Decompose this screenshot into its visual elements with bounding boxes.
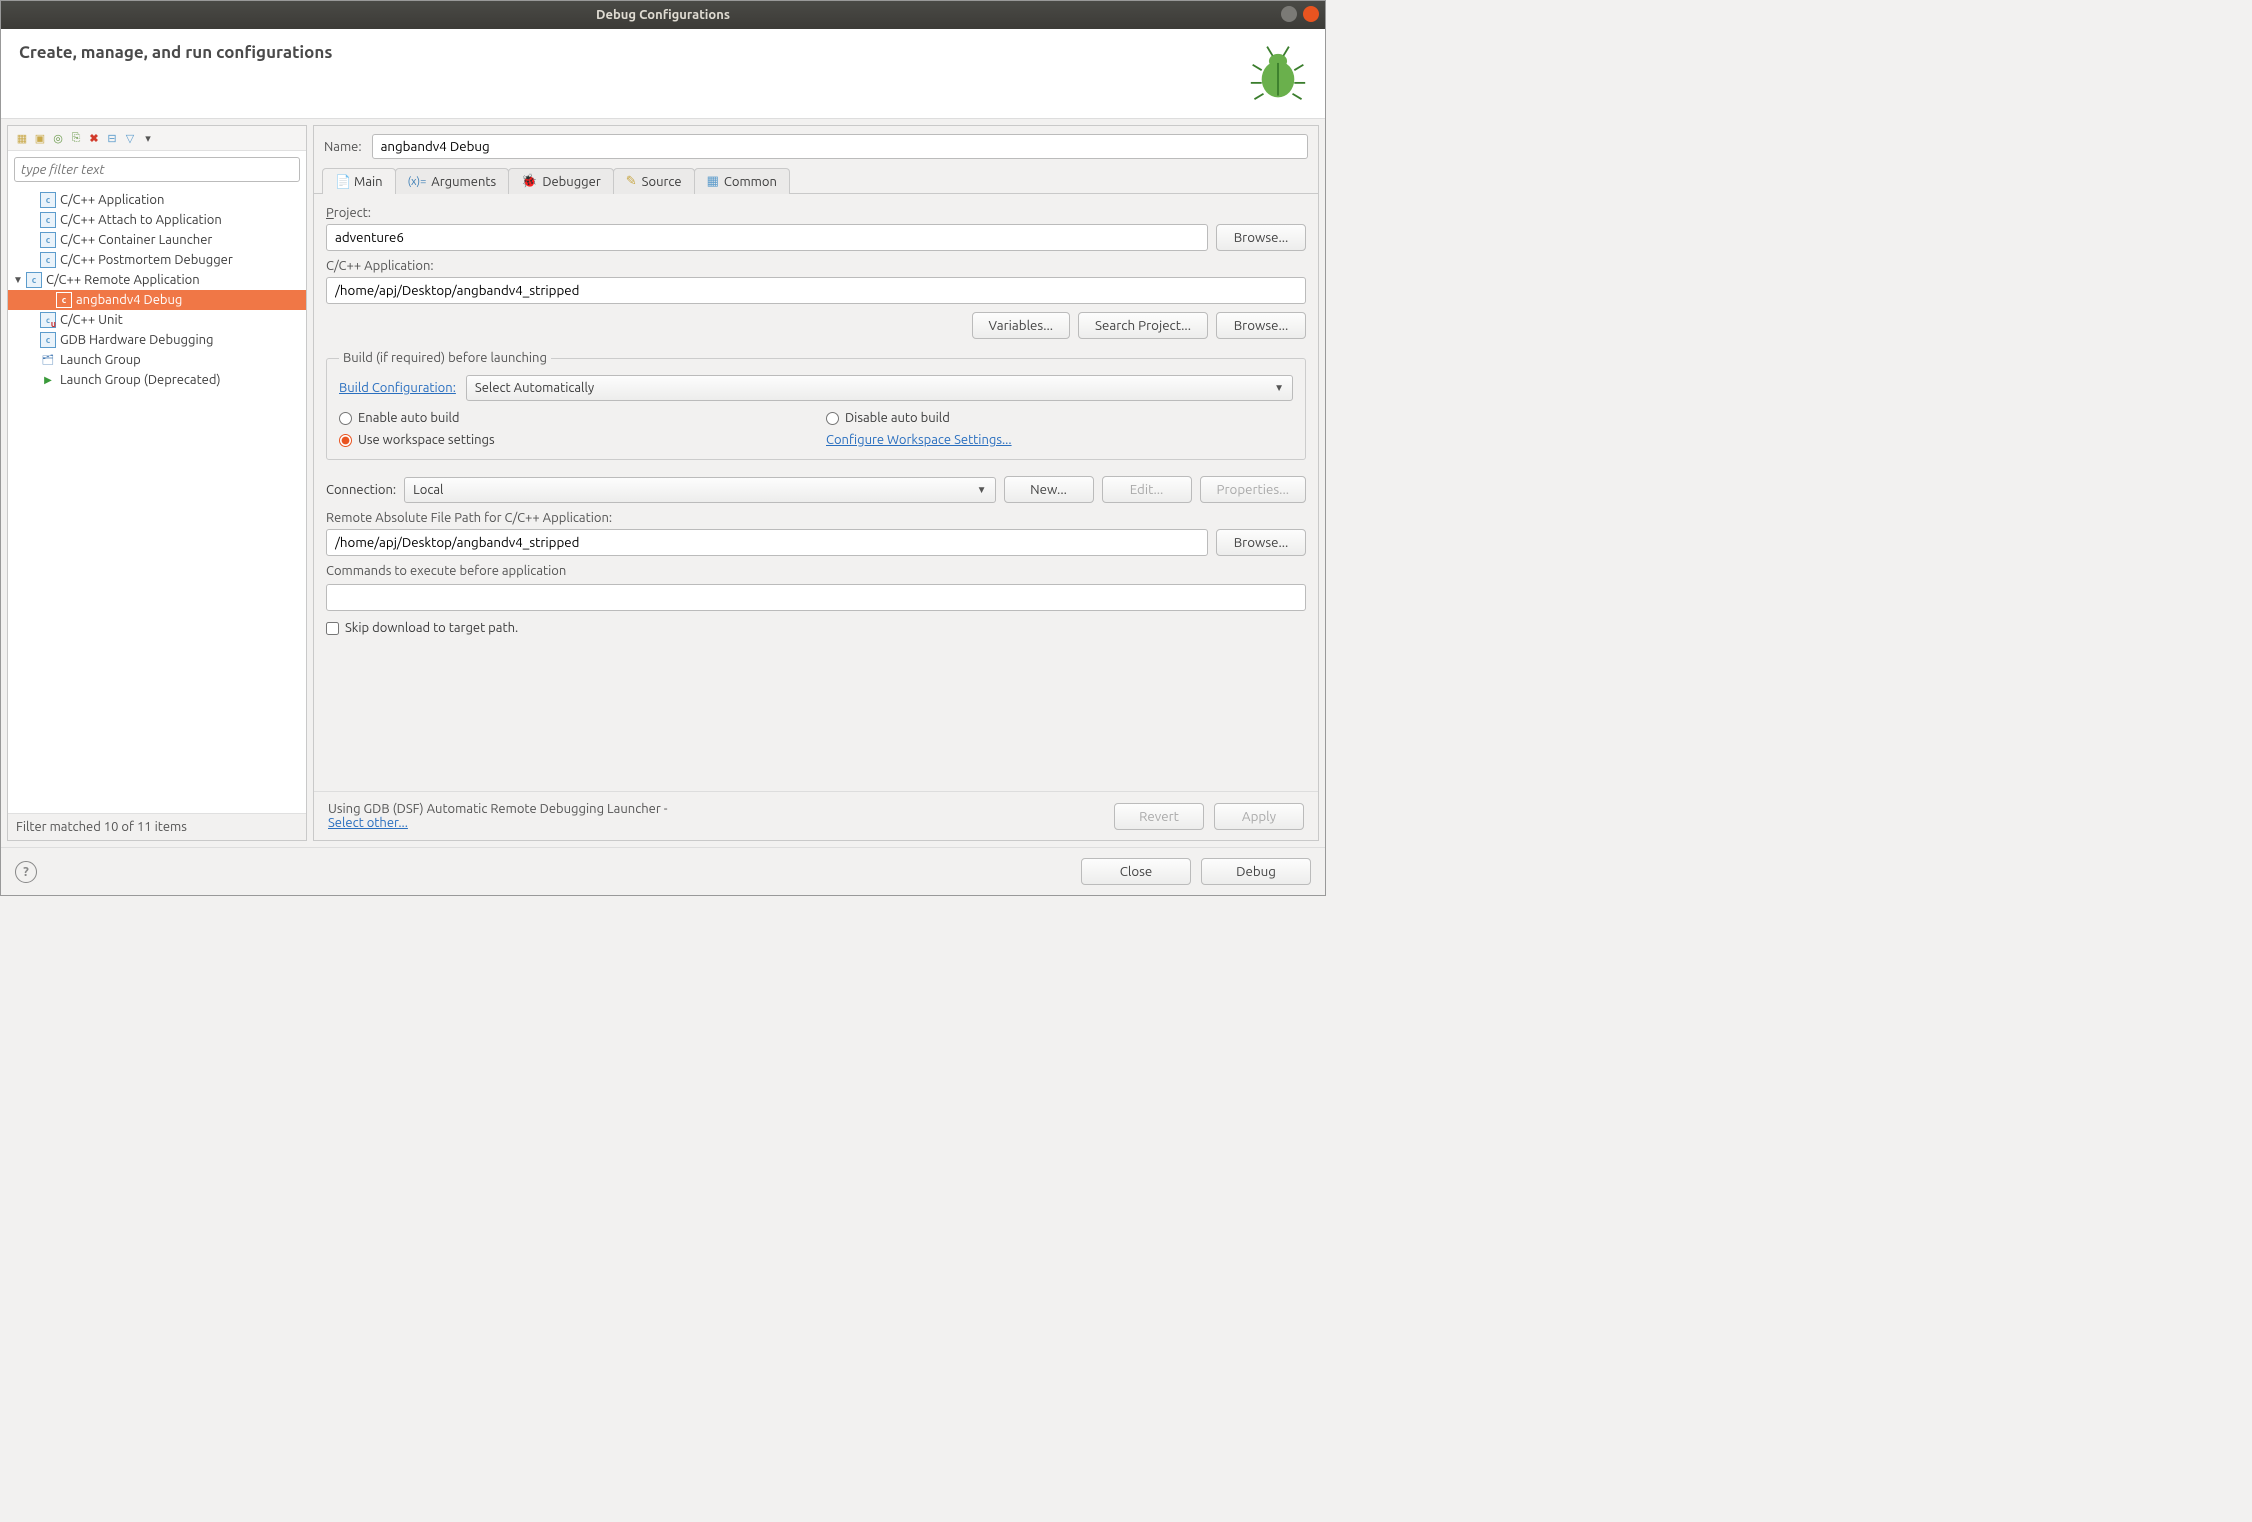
titlebar: Debug Configurations — [1, 1, 1325, 29]
search-project-button[interactable]: Search Project... — [1078, 312, 1208, 339]
tree-item-cpp-remote[interactable]: ▼cC/C++ Remote Application — [8, 270, 306, 290]
window-title: Debug Configurations — [596, 8, 730, 22]
debug-button[interactable]: Debug — [1201, 858, 1311, 885]
build-legend: Build (if required) before launching — [339, 351, 551, 365]
enable-auto-build-radio[interactable]: Enable auto build — [339, 411, 806, 425]
tree-item-cpp-postmortem[interactable]: cC/C++ Postmortem Debugger — [8, 250, 306, 270]
name-input[interactable] — [372, 134, 1308, 159]
connection-select[interactable]: Local ▼ — [404, 477, 995, 503]
apply-button[interactable]: Apply — [1214, 803, 1304, 830]
project-input[interactable] — [326, 224, 1208, 251]
new-prototype-icon[interactable]: ▣ — [32, 130, 48, 146]
tree-toolbar: ▦ ▣ ◎ ⎘ ✖ ⊟ ▽ ▾ — [8, 126, 306, 151]
dialog-header: Create, manage, and run configurations — [1, 29, 1325, 119]
arguments-tab-icon: (x)= — [408, 176, 427, 188]
build-configuration-select[interactable]: Select Automatically ▼ — [466, 375, 1293, 401]
select-other-link[interactable]: Select other... — [328, 816, 408, 830]
new-connection-button[interactable]: New... — [1004, 476, 1094, 503]
remote-path-input[interactable] — [326, 529, 1208, 556]
common-tab-icon: ▦ — [707, 174, 719, 189]
tree-item-launch-group-deprecated[interactable]: ▶Launch Group (Deprecated) — [8, 370, 306, 390]
debugger-tab-icon: 🐞 — [521, 174, 537, 189]
tab-debugger[interactable]: 🐞Debugger — [508, 168, 614, 194]
variables-button[interactable]: Variables... — [972, 312, 1071, 339]
config-editor-panel: Name: 📄Main (x)=Arguments 🐞Debugger ✎Sou… — [313, 125, 1319, 841]
app-browse-button[interactable]: Browse... — [1216, 312, 1306, 339]
play-icon: ▶ — [40, 372, 56, 388]
tab-source[interactable]: ✎Source — [613, 168, 695, 194]
project-browse-button[interactable]: Browse... — [1216, 224, 1306, 251]
tree-item-cpp-application[interactable]: cC/C++ Application — [8, 190, 306, 210]
launcher-row: Using GDB (DSF) Automatic Remote Debuggi… — [314, 791, 1318, 840]
tab-common[interactable]: ▦Common — [694, 168, 790, 194]
app-input[interactable] — [326, 277, 1306, 304]
dialog-footer: ? Close Debug — [1, 847, 1325, 895]
delete-icon[interactable]: ✖ — [86, 130, 102, 146]
build-group: Build (if required) before launching Bui… — [326, 351, 1306, 460]
name-label: Name: — [324, 140, 362, 154]
main-tab-icon: 📄 — [335, 175, 349, 189]
edit-connection-button[interactable]: Edit... — [1102, 476, 1192, 503]
duplicate-icon[interactable]: ⎘ — [68, 130, 84, 146]
config-tabs: 📄Main (x)=Arguments 🐞Debugger ✎Source ▦C… — [314, 167, 1318, 194]
skip-download-checkbox[interactable]: Skip download to target path. — [326, 621, 1306, 635]
disable-auto-build-radio[interactable]: Disable auto build — [826, 411, 1293, 425]
remote-browse-button[interactable]: Browse... — [1216, 529, 1306, 556]
launcher-text: Using GDB (DSF) Automatic Remote Debuggi… — [328, 802, 668, 816]
app-label: C/C++ Application: — [326, 259, 1306, 273]
main-tab-content: Project: Browse... C/C++ Application: Va… — [314, 194, 1318, 791]
connection-label: Connection: — [326, 483, 396, 497]
use-workspace-settings-radio[interactable]: Use workspace settings — [339, 433, 806, 447]
properties-button[interactable]: Properties... — [1200, 476, 1306, 503]
chevron-down-icon: ▼ — [1274, 382, 1284, 394]
remote-path-label: Remote Absolute File Path for C/C++ Appl… — [326, 511, 1306, 525]
tab-main[interactable]: 📄Main — [322, 168, 396, 194]
config-tree[interactable]: cC/C++ Application cC/C++ Attach to Appl… — [8, 188, 306, 813]
expand-icon[interactable]: ▼ — [12, 274, 24, 286]
close-window-icon[interactable] — [1303, 6, 1319, 22]
configurations-tree-panel: ▦ ▣ ◎ ⎘ ✖ ⊟ ▽ ▾ cC/C++ Application cC/C+… — [7, 125, 307, 841]
dropdown-icon[interactable]: ▾ — [140, 130, 156, 146]
revert-button[interactable]: Revert — [1114, 803, 1204, 830]
build-configuration-link[interactable]: Build Configuration: — [339, 381, 456, 395]
project-label: Project: — [326, 206, 1306, 220]
tree-item-cpp-container[interactable]: cC/C++ Container Launcher — [8, 230, 306, 250]
chevron-down-icon: ▼ — [977, 484, 987, 496]
new-config-icon[interactable]: ▦ — [14, 130, 30, 146]
commands-input[interactable] — [326, 584, 1306, 611]
help-icon[interactable]: ? — [15, 861, 37, 883]
tree-item-cpp-attach[interactable]: cC/C++ Attach to Application — [8, 210, 306, 230]
bug-icon — [1249, 43, 1307, 104]
source-tab-icon: ✎ — [626, 174, 637, 189]
tree-item-angbandv4-debug[interactable]: cangbandv4 Debug — [8, 290, 306, 310]
filter-icon[interactable]: ▽ — [122, 130, 138, 146]
filter-input[interactable] — [14, 157, 300, 182]
debug-configurations-window: Debug Configurations Create, manage, and… — [0, 0, 1326, 896]
tab-arguments[interactable]: (x)=Arguments — [395, 168, 510, 194]
close-button[interactable]: Close — [1081, 858, 1191, 885]
minimize-icon[interactable] — [1281, 6, 1297, 22]
filter-status: Filter matched 10 of 11 items — [8, 813, 306, 840]
commands-label: Commands to execute before application — [326, 564, 1306, 578]
launch-group-icon: 🗂 — [40, 352, 56, 368]
tree-item-gdb-hardware[interactable]: cGDB Hardware Debugging — [8, 330, 306, 350]
tree-item-launch-group[interactable]: 🗂Launch Group — [8, 350, 306, 370]
configure-workspace-link[interactable]: Configure Workspace Settings... — [826, 433, 1012, 447]
dialog-title: Create, manage, and run configurations — [19, 43, 332, 62]
tree-item-cpp-unit[interactable]: cC/C++ Unit — [8, 310, 306, 330]
collapse-all-icon[interactable]: ⊟ — [104, 130, 120, 146]
export-icon[interactable]: ◎ — [50, 130, 66, 146]
